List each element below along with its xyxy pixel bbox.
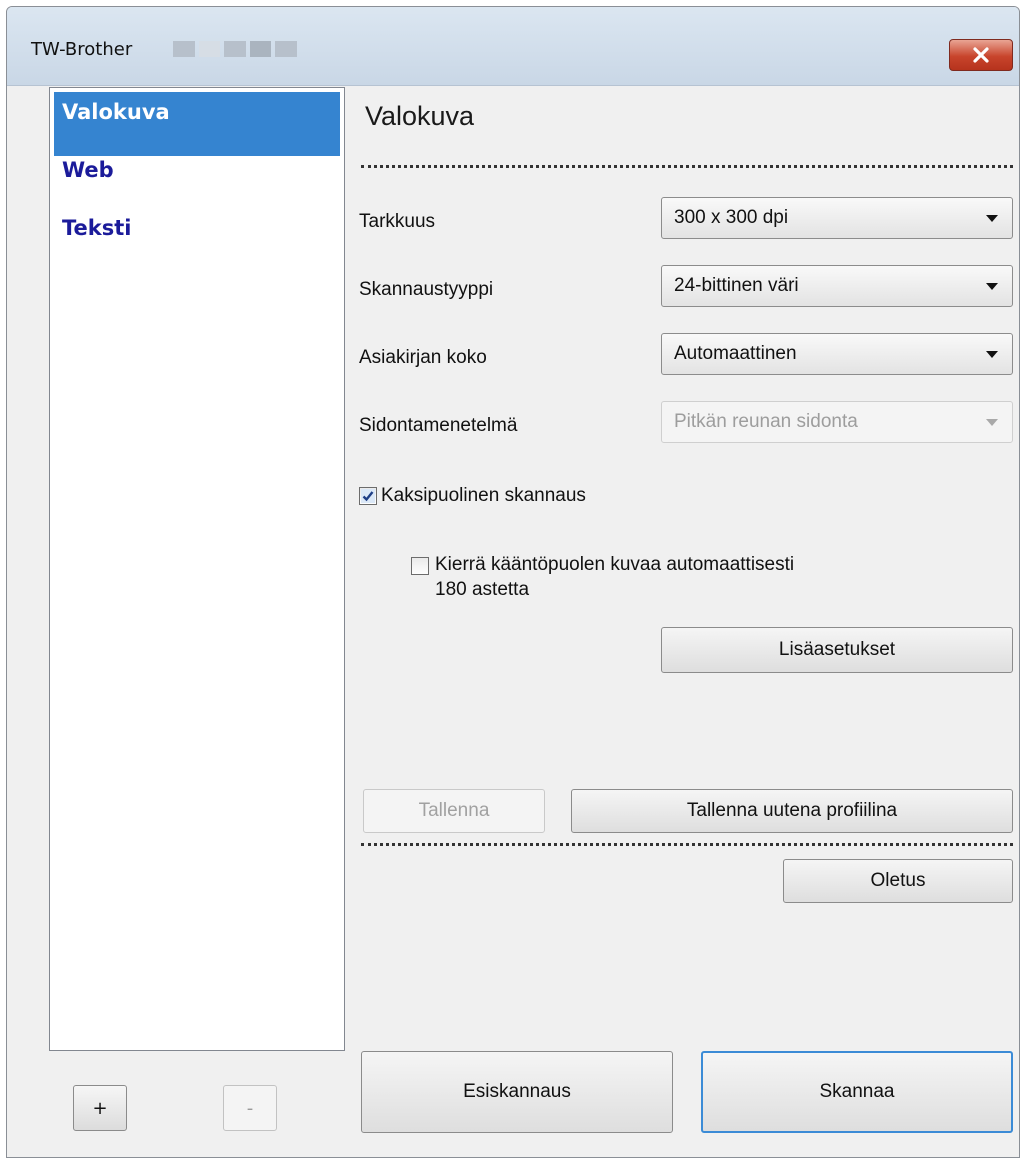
prescan-button[interactable]: Esiskannaus	[361, 1051, 673, 1133]
scan-type-select[interactable]: 24-bittinen väri	[661, 265, 1013, 307]
divider-top	[361, 165, 1013, 168]
resolution-label: Tarkkuus	[359, 211, 436, 232]
remove-profile-button[interactable]: -	[223, 1085, 277, 1131]
advanced-settings-button[interactable]: Lisäasetukset	[661, 627, 1013, 673]
binding-select[interactable]: Pitkän reunan sidonta	[661, 401, 1013, 443]
duplex-label[interactable]: Kaksipuolinen skannaus	[381, 484, 586, 508]
scan-type-label: Skannaustyyppi	[359, 279, 494, 300]
chevron-down-icon	[986, 215, 998, 222]
save-as-new-profile-button[interactable]: Tallenna uutena profiilina	[571, 789, 1013, 833]
profile-item-label: Valokuva	[62, 100, 170, 124]
document-size-value: Automaattinen	[674, 343, 797, 364]
profile-list[interactable]: Valokuva Web Teksti	[49, 87, 345, 1051]
profile-heading: Valokuva	[365, 101, 475, 131]
close-button[interactable]	[949, 39, 1013, 71]
chevron-down-icon	[986, 283, 998, 290]
binding-value: Pitkän reunan sidonta	[674, 411, 858, 432]
duplex-checkbox[interactable]	[359, 487, 377, 505]
resolution-select[interactable]: 300 x 300 dpi	[661, 197, 1013, 239]
profile-item-label: Teksti	[62, 216, 132, 240]
close-icon	[973, 47, 989, 63]
rotate-label-line1[interactable]: Kierrä kääntöpuolen kuvaa automaattisest…	[435, 553, 794, 577]
add-profile-button[interactable]: +	[73, 1085, 127, 1131]
profile-item-label: Web	[62, 158, 114, 182]
default-button[interactable]: Oletus	[783, 859, 1013, 903]
divider-bottom	[361, 843, 1013, 846]
window-title: TW-Brother	[31, 39, 133, 60]
rotate-checkbox[interactable]	[411, 557, 429, 575]
document-size-label: Asiakirjan koko	[359, 347, 487, 368]
title-bar[interactable]: TW-Brother	[7, 7, 1019, 86]
chevron-down-icon	[986, 419, 998, 426]
chevron-down-icon	[986, 351, 998, 358]
scan-button[interactable]: Skannaa	[701, 1051, 1013, 1133]
profile-item-teksti[interactable]: Teksti	[54, 208, 340, 272]
resolution-value: 300 x 300 dpi	[674, 207, 789, 228]
scan-type-value: 24-bittinen väri	[674, 275, 799, 296]
save-button[interactable]: Tallenna	[363, 789, 545, 833]
checkmark-icon	[361, 489, 375, 503]
document-size-select[interactable]: Automaattinen	[661, 333, 1013, 375]
rotate-label-line2[interactable]: 180 astetta	[435, 578, 529, 602]
profile-item-valokuva[interactable]: Valokuva	[54, 92, 340, 156]
profile-item-web[interactable]: Web	[54, 150, 340, 214]
binding-label: Sidontamenetelmä	[359, 415, 518, 436]
redacted-model-name	[173, 41, 297, 57]
scanner-dialog: TW-Brother Valokuva Web Teksti + - Valok…	[6, 6, 1020, 1158]
